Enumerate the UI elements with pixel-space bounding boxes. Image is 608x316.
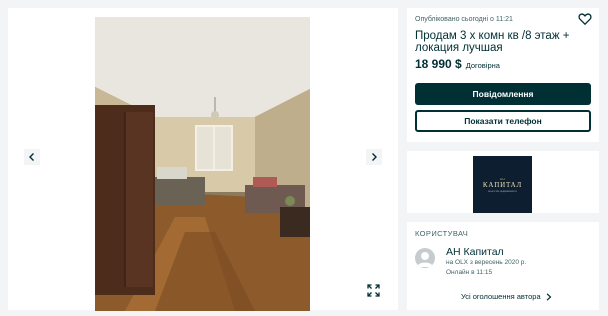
listing-info-card: Опубліковано сьогодні о 11:21 Продам 3 х… [407, 8, 599, 142]
user-avatar-icon [415, 248, 435, 268]
negotiable-label: Договірна [465, 61, 500, 70]
user-heading: КОРИСТУВАЧ [415, 229, 469, 238]
message-button[interactable]: Повідомлення [415, 83, 591, 105]
logo-subtitle: агентство недвижимости [488, 189, 517, 193]
seller-online-status: Онлайн в 11:15 [446, 269, 493, 276]
logo-name: КАПИТАЛ [482, 180, 523, 189]
gallery-prev-button[interactable] [24, 149, 40, 165]
agency-logo-card: АН КАПИТАЛ агентство недвижимости [407, 151, 599, 213]
gallery-next-button[interactable] [366, 149, 382, 165]
price-row: 18 990 $ Договірна [415, 57, 500, 71]
seller-card: КОРИСТУВАЧ АН Капитал на OLX з вересень … [407, 222, 599, 310]
listing-photo[interactable] [95, 17, 310, 311]
photo-gallery [8, 8, 398, 311]
chevron-right-icon [546, 292, 552, 301]
all-ads-label: Усі оголошення автора [461, 292, 541, 301]
heart-icon[interactable] [578, 12, 592, 26]
chevron-left-icon [29, 153, 34, 161]
all-seller-ads-link[interactable]: Усі оголошення автора [461, 292, 552, 301]
listing-title: Продам 3 х комн кв /8 этаж + локация луч… [415, 30, 570, 54]
fullscreen-icon[interactable] [367, 284, 380, 297]
seller-since: на OLX з вересень 2020 р. [446, 259, 527, 266]
agency-logo[interactable]: АН КАПИТАЛ агентство недвижимости [473, 156, 532, 213]
seller-name[interactable]: АН Капитал [446, 246, 504, 258]
chevron-right-icon [372, 153, 377, 161]
price: 18 990 $ [415, 57, 462, 71]
show-phone-button[interactable]: Показати телефон [415, 110, 591, 132]
published-date: Опубліковано сьогодні о 11:21 [415, 16, 513, 23]
